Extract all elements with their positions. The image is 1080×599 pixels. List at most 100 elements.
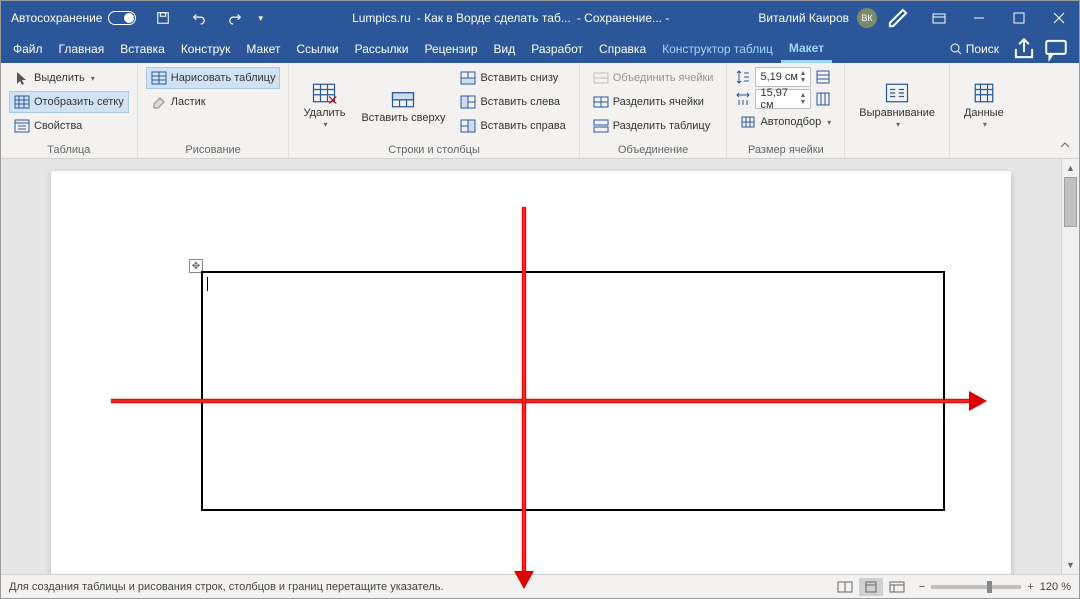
group-merge-label: Объединение bbox=[588, 142, 719, 156]
tab-design[interactable]: Конструк bbox=[173, 35, 239, 63]
col-width-input[interactable]: 15,97 см▲▼ bbox=[755, 89, 811, 109]
read-mode-icon[interactable] bbox=[833, 578, 857, 596]
scroll-up-icon[interactable]: ▲ bbox=[1062, 159, 1079, 177]
quick-access-toolbar: ▾ bbox=[150, 8, 263, 28]
document-title: Lumpics.ru - Как в Ворде сделать таб... … bbox=[263, 11, 758, 25]
close-button[interactable] bbox=[1039, 1, 1079, 35]
document-area: ✥ ▲ ▼ bbox=[1, 159, 1079, 574]
print-layout-icon[interactable] bbox=[859, 578, 883, 596]
distribute-cols-icon[interactable] bbox=[815, 91, 831, 107]
redo-icon[interactable] bbox=[222, 8, 248, 28]
split-cells-button[interactable]: Разделить ячейки bbox=[588, 91, 719, 113]
tab-home[interactable]: Главная bbox=[51, 35, 113, 63]
scroll-thumb[interactable] bbox=[1064, 177, 1077, 227]
group-rows-cols: Удалить▾ Вставить сверху Вставить снизу … bbox=[289, 63, 579, 158]
view-buttons bbox=[833, 578, 909, 596]
title-bar: Автосохранение ▾ Lumpics.ru - Как в Ворд… bbox=[1, 1, 1079, 35]
row-height-input[interactable]: 5,19 см▲▼ bbox=[755, 67, 811, 87]
group-merge: Объединить ячейки Разделить ячейки Разде… bbox=[580, 63, 728, 158]
search-box[interactable]: Поиск bbox=[944, 42, 1005, 56]
properties-button[interactable]: Свойства bbox=[9, 115, 129, 137]
insert-above-button[interactable]: Вставить сверху bbox=[355, 67, 451, 142]
delete-label: Удалить bbox=[303, 107, 345, 120]
group-draw: Нарисовать таблицу Ластик Рисование bbox=[138, 63, 290, 158]
ribbon-mode-icon[interactable] bbox=[919, 1, 959, 35]
status-bar: Для создания таблицы и рисования строк, … bbox=[1, 574, 1079, 598]
user-account[interactable]: Виталий Каиров ВК bbox=[758, 8, 911, 28]
merge-cells-label: Объединить ячейки bbox=[613, 72, 714, 84]
split-table-label: Разделить таблицу bbox=[613, 120, 711, 132]
data-label: Данные bbox=[964, 107, 1004, 120]
share-icon[interactable] bbox=[1011, 39, 1037, 59]
eraser-label: Ластик bbox=[171, 96, 206, 108]
group-alignment-label bbox=[853, 142, 941, 156]
group-table-label: Таблица bbox=[9, 142, 129, 156]
tab-references[interactable]: Ссылки bbox=[288, 35, 346, 63]
save-icon[interactable] bbox=[150, 8, 176, 28]
tab-view[interactable]: Вид bbox=[486, 35, 524, 63]
alignment-label: Выравнивание bbox=[859, 107, 935, 120]
draw-table-button[interactable]: Нарисовать таблицу bbox=[146, 67, 281, 89]
distribute-rows-icon[interactable] bbox=[815, 69, 831, 85]
group-cell-size: 5,19 см▲▼ 15,97 см▲▼ Автоподбор▾ Размер … bbox=[727, 63, 845, 158]
merge-cells-button: Объединить ячейки bbox=[588, 67, 719, 89]
page[interactable]: ✥ bbox=[51, 171, 1011, 574]
select-label: Выделить bbox=[34, 72, 85, 84]
autosave-label: Автосохранение bbox=[11, 11, 102, 25]
tab-mailings[interactable]: Рассылки bbox=[347, 35, 417, 63]
insert-below-label: Вставить снизу bbox=[480, 72, 558, 84]
tab-file[interactable]: Файл bbox=[5, 35, 51, 63]
group-data-label bbox=[958, 142, 1010, 156]
toggle-switch-icon[interactable] bbox=[108, 11, 136, 25]
zoom-slider[interactable] bbox=[931, 585, 1021, 589]
autosave-toggle[interactable]: Автосохранение bbox=[11, 11, 136, 25]
tab-insert[interactable]: Вставка bbox=[112, 35, 173, 63]
insert-left-button[interactable]: Вставить слева bbox=[455, 91, 570, 113]
collapse-ribbon-icon[interactable] bbox=[1051, 135, 1079, 158]
doc-name: - Как в Ворде сделать таб... bbox=[417, 11, 571, 25]
undo-icon[interactable] bbox=[186, 8, 212, 28]
group-draw-label: Рисование bbox=[146, 142, 281, 156]
minimize-button[interactable] bbox=[959, 1, 999, 35]
pen-icon[interactable] bbox=[885, 8, 911, 28]
row-height-icon bbox=[735, 69, 751, 85]
scroll-down-icon[interactable]: ▼ bbox=[1062, 556, 1079, 574]
tab-help[interactable]: Справка bbox=[591, 35, 654, 63]
group-cellsize-label: Размер ячейки bbox=[735, 142, 836, 156]
autofit-button[interactable]: Автоподбор▾ bbox=[735, 111, 836, 133]
zoom-in-button[interactable]: + bbox=[1027, 581, 1033, 593]
web-layout-icon[interactable] bbox=[885, 578, 909, 596]
avatar: ВК bbox=[857, 8, 877, 28]
properties-label: Свойства bbox=[34, 120, 82, 132]
site-name: Lumpics.ru bbox=[352, 11, 411, 25]
comments-icon[interactable] bbox=[1043, 39, 1069, 59]
status-hint: Для создания таблицы и рисования строк, … bbox=[9, 581, 444, 593]
tab-layout[interactable]: Макет bbox=[238, 35, 288, 63]
vertical-scrollbar[interactable]: ▲ ▼ bbox=[1061, 159, 1079, 574]
insert-below-button[interactable]: Вставить снизу bbox=[455, 67, 570, 89]
saving-status: - Сохранение... - bbox=[577, 11, 670, 25]
view-gridlines-button[interactable]: Отобразить сетку bbox=[9, 91, 129, 113]
zoom-value[interactable]: 120 % bbox=[1040, 581, 1071, 593]
gridlines-label: Отобразить сетку bbox=[34, 96, 124, 108]
zoom-out-button[interactable]: − bbox=[919, 581, 925, 593]
zoom-control: − + 120 % bbox=[919, 581, 1071, 593]
select-button[interactable]: Выделить▾ bbox=[9, 67, 129, 89]
insert-right-button[interactable]: Вставить справа bbox=[455, 115, 570, 137]
maximize-button[interactable] bbox=[999, 1, 1039, 35]
delete-button[interactable]: Удалить▾ bbox=[297, 67, 351, 142]
user-name: Виталий Каиров bbox=[758, 11, 849, 25]
alignment-button[interactable]: Выравнивание▾ bbox=[853, 67, 941, 142]
insert-left-label: Вставить слева bbox=[480, 96, 560, 108]
split-table-button[interactable]: Разделить таблицу bbox=[588, 115, 719, 137]
col-width-icon bbox=[735, 91, 751, 107]
table-cell[interactable] bbox=[201, 271, 945, 511]
tab-review[interactable]: Рецензир bbox=[416, 35, 485, 63]
split-cells-label: Разделить ячейки bbox=[613, 96, 704, 108]
tab-table-layout[interactable]: Макет bbox=[781, 35, 832, 63]
tab-table-design[interactable]: Конструктор таблиц bbox=[654, 35, 781, 63]
eraser-button[interactable]: Ластик bbox=[146, 91, 281, 113]
text-cursor bbox=[207, 277, 208, 291]
tab-developer[interactable]: Разработ bbox=[523, 35, 591, 63]
data-button[interactable]: Данные▾ bbox=[958, 67, 1010, 142]
